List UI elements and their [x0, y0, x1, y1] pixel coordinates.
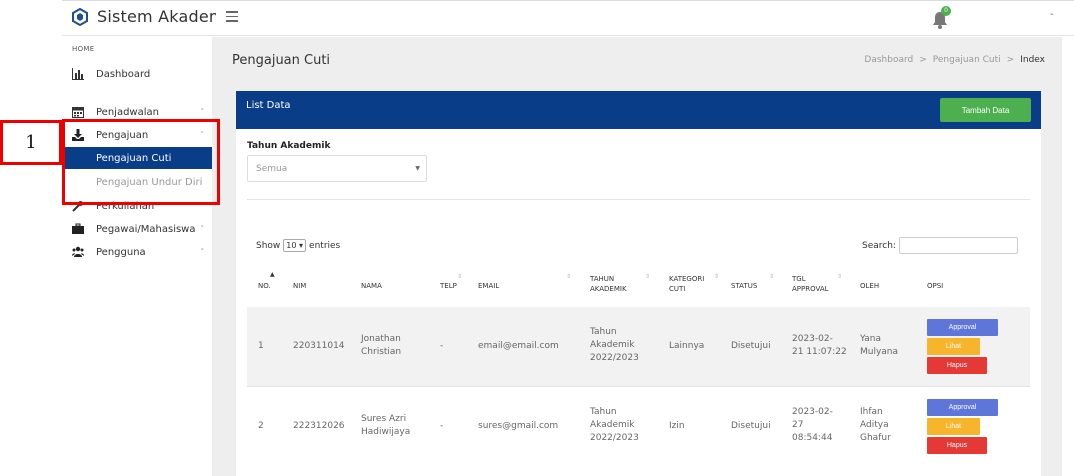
- cell-email: email@email.com: [478, 341, 559, 351]
- tambah-data-button[interactable]: Tambah Data: [940, 98, 1031, 122]
- notification-badge: 0: [941, 6, 951, 16]
- th-nama[interactable]: NAMA: [361, 281, 382, 291]
- lihat-button[interactable]: Lihat: [927, 338, 980, 355]
- entries-label: entries: [309, 240, 341, 251]
- cell-oleh: Ihfan Aditya Ghafur: [860, 407, 891, 443]
- main-content: Pengajuan Cuti Dashboard > Pengajuan Cut…: [212, 37, 1062, 476]
- cell-tgl-approval: 2023-02- 27 08:54:44: [792, 407, 833, 443]
- search: Search:: [862, 237, 1018, 254]
- cell-status: Disetujui: [731, 341, 771, 351]
- cell-kategori: Izin: [669, 421, 685, 431]
- show-entries: Show 10 ▾ entries: [256, 239, 340, 252]
- filter-label: Tahun Akademik: [247, 141, 331, 151]
- app-logo-icon: [72, 7, 88, 26]
- sidebar-item-dashboard[interactable]: Dashboard: [62, 64, 212, 84]
- annotation-highlight-box: [62, 119, 220, 205]
- th-opsi: OPSI: [927, 282, 944, 290]
- approval-button[interactable]: Approval: [927, 399, 998, 416]
- hapus-button[interactable]: Hapus: [927, 357, 987, 374]
- th-email[interactable]: EMAIL: [478, 281, 499, 291]
- annotation-number: 1: [0, 120, 62, 165]
- search-input[interactable]: [898, 237, 1018, 254]
- show-label: Show: [256, 240, 281, 251]
- sort-asc-icon: ▲: [270, 271, 275, 278]
- sidebar-heading: HOME: [72, 45, 95, 53]
- th-status[interactable]: STATUS: [731, 281, 757, 291]
- approval-button[interactable]: Approval: [927, 319, 998, 336]
- th-oleh[interactable]: OLEH: [860, 281, 879, 291]
- th-no[interactable]: NO.: [258, 281, 271, 291]
- notification-bell-icon[interactable]: 0: [932, 6, 954, 30]
- sidebar-item-label: Penjadwalan: [96, 106, 159, 118]
- breadcrumb-pengajuan-cuti[interactable]: Pengajuan Cuti: [933, 55, 1001, 65]
- calendar-icon: [72, 107, 84, 118]
- brand[interactable]: Sistem Akademik: [72, 7, 216, 26]
- table-row: 1 220311014 Jonathan Christian - email@em…: [247, 307, 1030, 386]
- th-telp[interactable]: TELP: [440, 281, 457, 291]
- breadcrumb: Dashboard > Pengajuan Cuti > Index: [864, 55, 1045, 65]
- breadcrumb-dashboard[interactable]: Dashboard: [864, 55, 913, 65]
- sort-icon: ⇕: [566, 273, 572, 280]
- search-label: Search:: [862, 240, 896, 251]
- chevron-down-icon: ˅: [200, 248, 205, 256]
- card-title: List Data: [246, 100, 291, 111]
- cell-no: 1: [258, 341, 264, 351]
- cell-oleh: Yana Mulyana: [860, 334, 899, 357]
- tahun-akademik-select[interactable]: Semua ▼: [247, 155, 427, 182]
- th-tahun-akademik[interactable]: TAHUN AKADEMIK: [590, 274, 627, 294]
- th-nim[interactable]: NIM: [293, 281, 306, 291]
- cell-nim: 222312026: [293, 421, 345, 431]
- th-kategori-cuti[interactable]: KATEGORI CUTI: [669, 274, 704, 294]
- caret-down-icon: ▼: [415, 165, 420, 172]
- sidebar-item-pegawai-mahasiswa[interactable]: Pegawai/Mahasiswa ˅: [62, 219, 212, 239]
- sidebar-item-label: Dashboard: [96, 68, 151, 80]
- table-row: 2 222312026 Sures Azri Hadiwijaya - sures…: [247, 386, 1030, 465]
- app-title: Sistem Akademik: [97, 7, 216, 26]
- page-title: Pengajuan Cuti: [232, 53, 331, 68]
- user-menu-caret[interactable]: -: [1050, 9, 1054, 20]
- briefcase-icon: [72, 223, 84, 234]
- hapus-button[interactable]: Hapus: [927, 437, 987, 454]
- sidebar: HOME Dashboard Penjadwalan ˅ Pengajuan ˅…: [62, 37, 212, 476]
- cell-nama: Jonathan Christian: [361, 334, 402, 357]
- cell-tahun-akademik: Tahun Akademik 2022/2023: [590, 327, 639, 363]
- entries-select[interactable]: 10 ▾: [283, 239, 307, 252]
- sidebar-item-label: Pengguna: [96, 246, 146, 258]
- card-header: List Data Tambah Data: [236, 91, 1041, 129]
- filter-value: Semua: [256, 163, 288, 174]
- sort-icon: ⇕: [457, 273, 463, 280]
- lihat-button[interactable]: Lihat: [927, 418, 980, 435]
- sort-icon: ⇕: [769, 273, 775, 280]
- breadcrumb-separator: >: [919, 55, 927, 65]
- breadcrumb-current: Index: [1020, 55, 1045, 65]
- chevron-down-icon: ˅: [200, 225, 205, 233]
- divider: [247, 199, 1030, 200]
- users-icon: [72, 246, 84, 257]
- sort-icon: ⇕: [714, 273, 720, 280]
- cell-no: 2: [258, 421, 264, 431]
- right-margin: [1062, 37, 1074, 476]
- cell-telp: -: [440, 421, 444, 431]
- top-navbar: Sistem Akademik 0 -: [62, 0, 1074, 36]
- chevron-down-icon: ˅: [200, 108, 205, 116]
- sort-icon: ⇕: [837, 273, 843, 280]
- cell-nama: Sures Azri Hadiwijaya: [361, 414, 411, 437]
- list-data-card: List Data Tambah Data Tahun Akademik Sem…: [236, 91, 1041, 476]
- cell-tahun-akademik: Tahun Akademik 2022/2023: [590, 407, 639, 443]
- sidebar-item-label: Pegawai/Mahasiswa: [96, 223, 196, 235]
- sort-icon: ⇕: [645, 273, 651, 280]
- menu-toggle-icon[interactable]: [226, 11, 238, 23]
- bar-chart-icon: [72, 68, 84, 80]
- cell-kategori: Lainnya: [669, 341, 705, 351]
- cell-email: sures@gmail.com: [478, 421, 559, 431]
- sidebar-item-pengguna[interactable]: Pengguna ˅: [62, 242, 212, 262]
- th-tgl-approval[interactable]: TGL APPROVAL: [792, 274, 829, 294]
- cell-status: Disetujui: [731, 421, 771, 431]
- cell-telp: -: [440, 341, 444, 351]
- breadcrumb-separator: >: [1006, 55, 1015, 65]
- cell-tgl-approval: 2023-02- 21 11:07:22: [792, 334, 847, 357]
- cell-nim: 220311014: [293, 341, 345, 351]
